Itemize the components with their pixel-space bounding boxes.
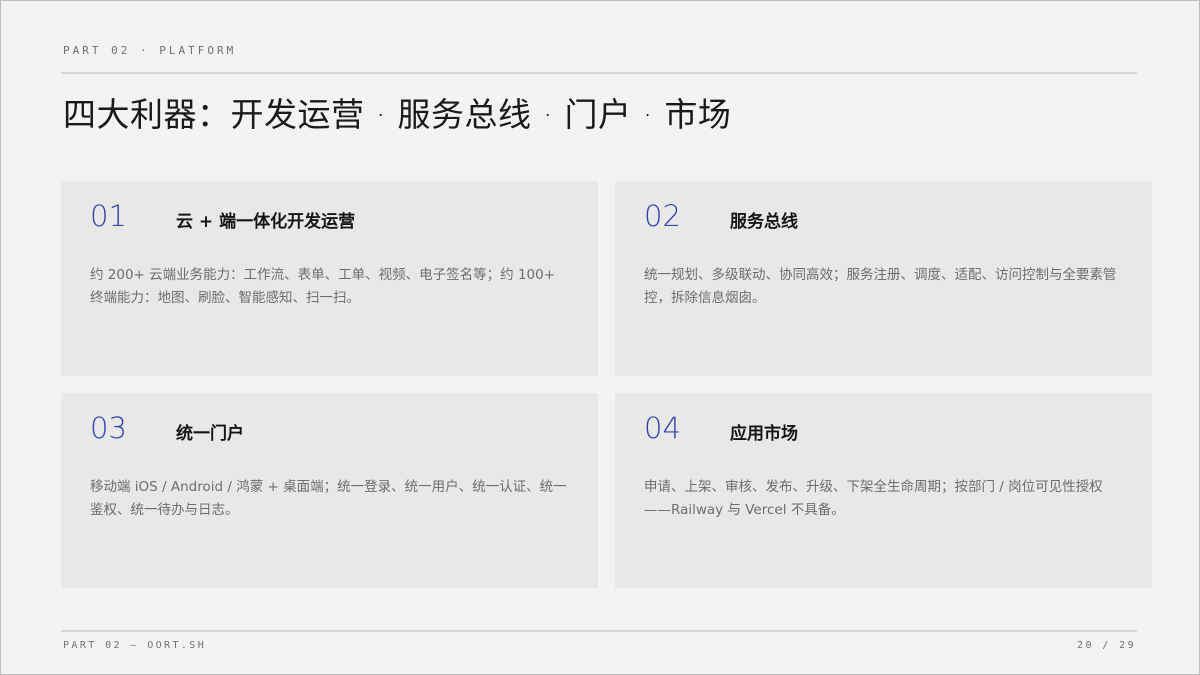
- footer-section-label: PART 02 — OORT.SH: [63, 640, 207, 651]
- slide-title: 四大利器：开发运营 · 服务总线 · 门户 · 市场: [63, 95, 732, 134]
- card-number: 02: [644, 199, 681, 233]
- page-number: 20 / 29: [1077, 640, 1136, 651]
- feature-card-app-market: 04 应用市场 申请、上架、审核、发布、升级、下架全生命周期；按部门 / 岗位可…: [615, 393, 1152, 588]
- section-eyebrow: PART 02 · PLATFORM: [63, 44, 237, 57]
- card-description: 统一规划、多级联动、协同高效；服务注册、调度、适配、访问控制与全要素管控，拆除信…: [644, 267, 1117, 306]
- card-description: 移动端 iOS / Android / 鸿蒙 + 桌面端；统一登录、统一用户、统…: [90, 479, 567, 518]
- card-description: 申请、上架、审核、发布、升级、下架全生命周期；按部门 / 岗位可见性授权——Ra…: [644, 479, 1103, 518]
- footer-divider: [61, 630, 1137, 632]
- card-heading: 统一门户: [176, 424, 244, 444]
- feature-card-service-bus: 02 服务总线 统一规划、多级联动、协同高效；服务注册、调度、适配、访问控制与全…: [615, 181, 1152, 376]
- card-heading: 服务总线: [730, 212, 798, 232]
- feature-card-portal: 03 统一门户 移动端 iOS / Android / 鸿蒙 + 桌面端；统一登…: [61, 393, 598, 588]
- header-divider: [61, 72, 1137, 74]
- feature-card-dev-ops: 01 云 + 端一体化开发运营 约 200+ 云端业务能力：工作流、表单、工单、…: [61, 181, 598, 376]
- card-heading: 云 + 端一体化开发运营: [176, 212, 356, 232]
- card-description: 约 200+ 云端业务能力：工作流、表单、工单、视频、电子签名等；约 100+ …: [90, 267, 556, 306]
- card-heading: 应用市场: [730, 424, 798, 444]
- card-number: 03: [90, 411, 127, 445]
- card-number: 01: [90, 199, 127, 233]
- card-number: 04: [644, 411, 681, 445]
